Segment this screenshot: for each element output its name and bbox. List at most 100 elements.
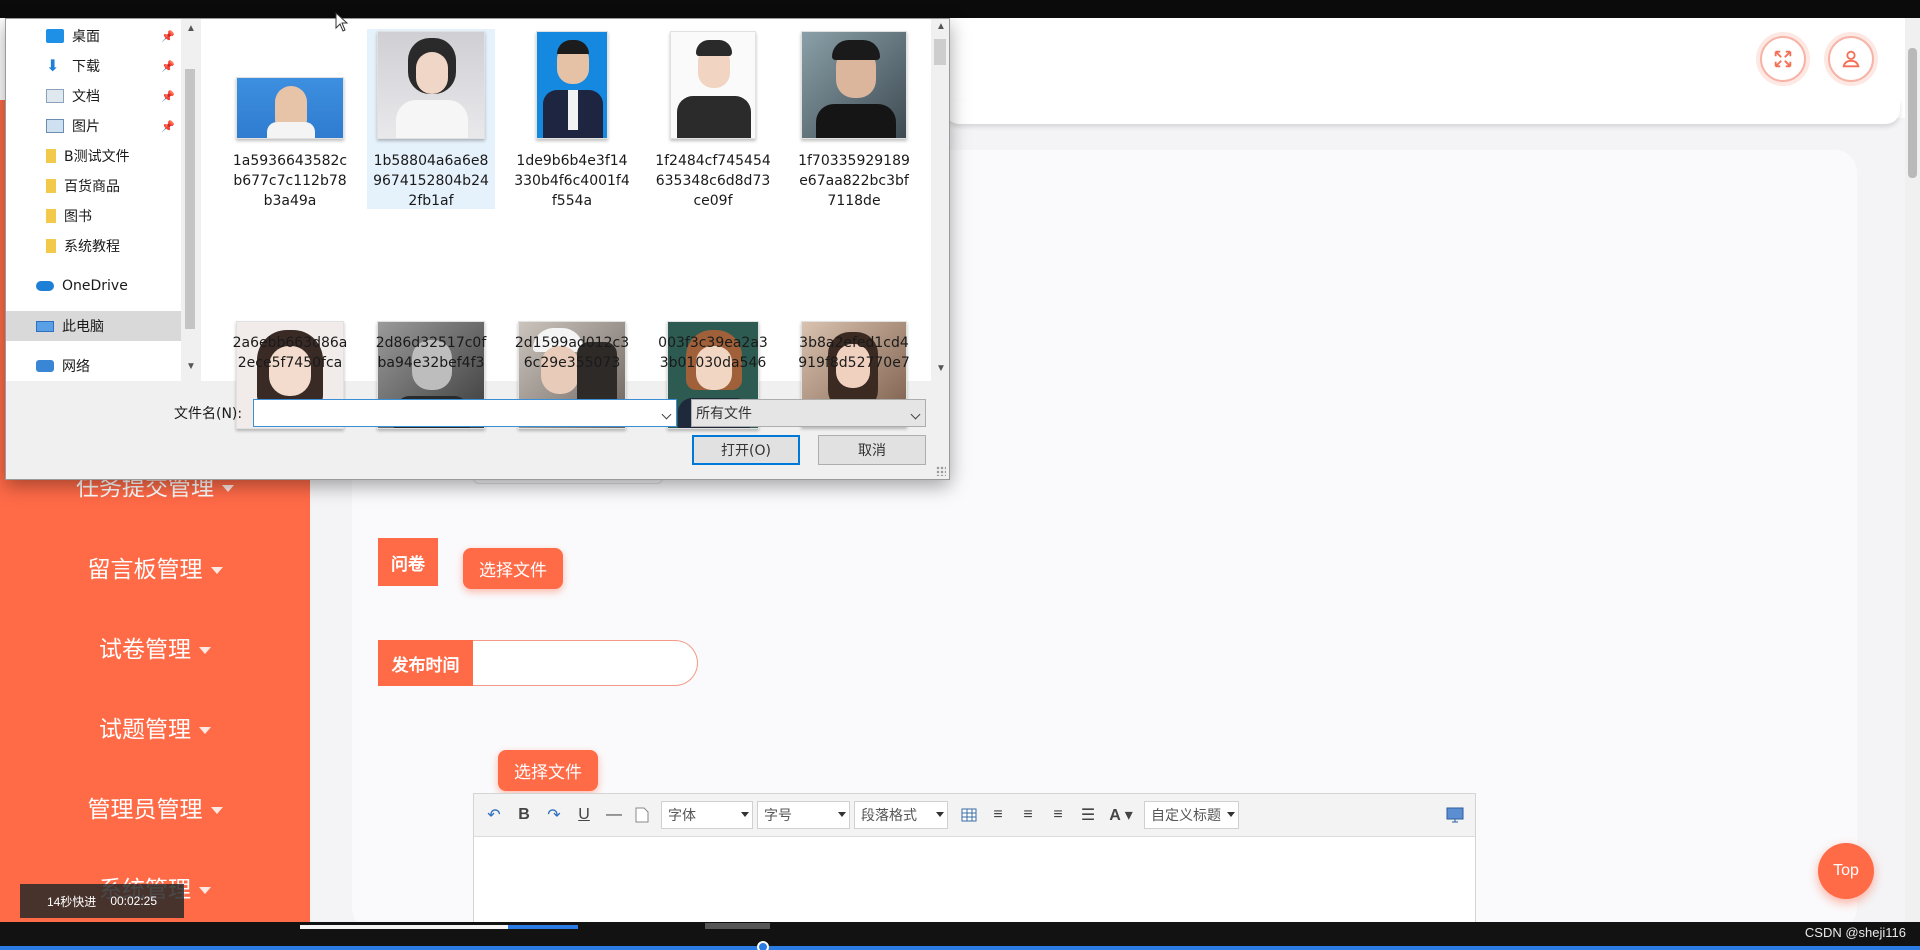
file-name: 1a5936643582cb677c7c112b78b3a49a — [232, 153, 348, 209]
paragraph-format-select[interactable]: 段落格式 — [854, 801, 948, 829]
folder-icon — [46, 179, 56, 193]
bold-icon[interactable]: B — [514, 804, 534, 826]
scroll-up-icon[interactable]: ▲ — [936, 21, 946, 32]
choose-file-button[interactable]: 选择文件 — [463, 548, 563, 589]
file-list-pane: 1a5936643582cb677c7c112b78b3a49a 1b58804… — [201, 19, 931, 429]
publish-time-input[interactable] — [473, 640, 698, 686]
nav-item-label: 下载 — [72, 59, 100, 75]
align-center-icon[interactable]: ≡ — [1048, 804, 1068, 826]
table-icon[interactable] — [959, 804, 979, 826]
align-right-icon[interactable]: ≡ — [1018, 804, 1038, 826]
pin-icon: 📌 — [161, 60, 175, 73]
file-name: 003f3c39ea2a33b01030da546 — [658, 335, 768, 371]
caret-down-icon — [222, 485, 234, 492]
chevron-down-icon — [910, 409, 921, 420]
chevron-down-icon[interactable] — [661, 409, 672, 420]
nav-item-desktop[interactable]: 桌面 📌 — [6, 21, 181, 51]
video-seek-handle[interactable] — [757, 941, 769, 950]
align-left-icon[interactable]: ≡ — [988, 804, 1008, 826]
nav-item-label: 网络 — [62, 359, 90, 375]
underline-icon[interactable]: U — [574, 804, 594, 826]
file-item[interactable]: 3b8a2efed1cd4919f8d52770e7 — [790, 211, 918, 427]
user-button[interactable] — [1828, 36, 1874, 82]
fullscreen-button[interactable] — [1760, 36, 1806, 82]
sidebar-item-message-board[interactable]: 留言板管理 — [0, 550, 310, 584]
download-icon: ⬇ — [46, 56, 60, 75]
fast-forward-badge: 14秒快进 00:02:25 — [20, 884, 184, 918]
sidebar-item-admins[interactable]: 管理员管理 — [0, 790, 310, 824]
mouse-cursor-icon — [335, 12, 349, 32]
caret-down-icon — [210, 807, 223, 814]
cancel-button[interactable]: 取消 — [818, 435, 926, 465]
page-scrollbar[interactable] — [1905, 18, 1920, 922]
file-item[interactable]: 2a6ebb663d86a2ece5f7450fca — [226, 211, 354, 429]
open-button[interactable]: 打开(O) — [692, 435, 800, 465]
nav-item-folder-test[interactable]: B测试文件 — [6, 141, 181, 171]
file-thumbnail — [801, 31, 907, 139]
font-size-select[interactable]: 字号 — [757, 801, 850, 829]
pin-icon: 📌 — [161, 120, 175, 133]
file-item[interactable]: 2d86d32517c0fba94e32bef4f3 — [367, 211, 495, 429]
dropdown-arrow-icon — [838, 812, 846, 817]
dropdown-arrow-icon — [936, 812, 944, 817]
scroll-up-icon[interactable]: ▲ — [186, 23, 196, 34]
file-item[interactable]: 1a5936643582cb677c7c112b78b3a49a — [226, 29, 354, 209]
nav-item-documents[interactable]: 文档 📌 — [6, 81, 181, 111]
user-icon — [1842, 50, 1860, 68]
page-scrollbar-thumb[interactable] — [1908, 48, 1917, 178]
file-type-value: 所有文件 — [696, 406, 752, 422]
file-list-scrollbar-thumb[interactable] — [934, 39, 946, 65]
nav-item-pictures[interactable]: 图片 📌 — [6, 111, 181, 141]
file-item[interactable]: 2d1599ad012c36c29e355073 — [508, 211, 636, 429]
filename-label: 文件名(N): — [174, 406, 243, 422]
file-name: 1de9b6b4e3f14330b4f6c4001f4f554a — [514, 153, 630, 209]
file-item[interactable]: 1f70335929189e67aa822bc3bf7118de — [790, 29, 918, 209]
back-to-top-button[interactable]: Top — [1818, 843, 1874, 899]
watermark: CSDN @sheji116 — [1804, 925, 1906, 940]
nav-item-label: 图书 — [64, 209, 92, 225]
video-progress-track[interactable] — [0, 946, 1920, 950]
filename-input[interactable] — [253, 399, 677, 427]
scroll-down-icon[interactable]: ▼ — [936, 363, 946, 374]
file-item[interactable]: 1de9b6b4e3f14330b4f6c4001f4f554a — [508, 29, 636, 209]
nav-item-folder-goods[interactable]: 百货商品 — [6, 171, 181, 201]
computer-icon — [36, 320, 54, 332]
sidebar-item-questions[interactable]: 试题管理 — [0, 710, 310, 744]
blank-page-icon[interactable] — [632, 804, 652, 826]
nav-scrollbar[interactable]: ▲ ▼ — [181, 19, 199, 381]
caret-down-icon — [210, 567, 223, 574]
nav-item-network[interactable]: 网络 — [6, 351, 181, 381]
preview-monitor-icon[interactable] — [1444, 804, 1466, 826]
video-buffer-bar — [300, 925, 508, 929]
file-item[interactable]: 1b58804a6a6e89674152804b242fb1af — [367, 29, 495, 209]
nav-item-downloads[interactable]: ⬇ 下载 📌 — [6, 51, 181, 81]
font-family-select[interactable]: 字体 — [661, 801, 753, 829]
choose-file-button-2[interactable]: 选择文件 — [498, 750, 598, 791]
scroll-down-icon[interactable]: ▼ — [186, 361, 196, 372]
resize-grip-icon[interactable] — [936, 466, 946, 476]
file-thumbnail — [536, 31, 608, 139]
nav-item-folder-tutorials[interactable]: 系统教程 — [6, 231, 181, 261]
nav-item-this-pc[interactable]: 此电脑 — [6, 311, 181, 341]
file-list-scrollbar[interactable]: ▲ ▼ — [931, 19, 949, 381]
file-name: 2a6ebb663d86a2ece5f7450fca — [232, 335, 348, 371]
file-item[interactable]: 1f2484cf745454635348c6d8d73ce09f — [649, 29, 777, 209]
file-item[interactable]: 003f3c39ea2a33b01030da546 — [649, 211, 777, 429]
sidebar-item-label: 管理员管理 — [87, 797, 203, 823]
sidebar-item-label: 试卷管理 — [99, 637, 191, 663]
file-type-select[interactable]: 所有文件 — [691, 399, 926, 427]
undo-icon[interactable]: ↶ — [484, 804, 504, 826]
sidebar-item-exam-paper[interactable]: 试卷管理 — [0, 630, 310, 664]
align-justify-icon[interactable]: ☰ — [1078, 804, 1098, 826]
fast-forward-text: 14秒快进 — [46, 894, 97, 909]
custom-title-select[interactable]: 自定义标题 — [1144, 801, 1239, 829]
horizontal-rule-icon[interactable]: — — [604, 804, 624, 826]
redo-icon[interactable]: ↷ — [544, 804, 564, 826]
file-open-dialog: 桌面 📌 ⬇ 下载 📌 文档 📌 图片 📌 B测试文件 百货商品 图书 系统教程… — [5, 18, 950, 480]
cloud-icon — [36, 281, 54, 291]
font-color-icon[interactable]: A ▾ — [1106, 804, 1136, 826]
nav-scrollbar-thumb[interactable] — [185, 69, 195, 329]
nav-item-folder-books[interactable]: 图书 — [6, 201, 181, 231]
nav-item-onedrive[interactable]: OneDrive — [6, 271, 181, 301]
rich-text-editor[interactable]: ↶ B ↷ U — 字体 字号 段落格式 ≡ ≡ ≡ ☰ A ▾ 自定义标题 — [473, 793, 1476, 933]
